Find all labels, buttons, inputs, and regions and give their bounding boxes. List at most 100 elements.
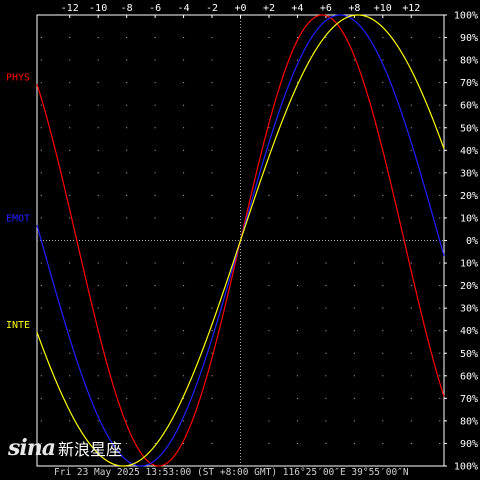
grid-dot (325, 285, 327, 287)
grid-dot (353, 194, 355, 196)
grid-dot (211, 104, 213, 106)
grid-dot (268, 194, 270, 196)
grid-dot (40, 37, 42, 39)
grid-dot (97, 194, 99, 196)
grid-dot (126, 149, 128, 151)
grid-dot (439, 217, 441, 219)
sina-logo: sina 新浪星座 (8, 434, 122, 462)
grid-dot (183, 352, 185, 354)
grid-dot (126, 172, 128, 174)
y-tick-label: 60% (460, 371, 478, 382)
grid-dot (382, 307, 384, 309)
grid-dot (40, 397, 42, 399)
grid-dot (97, 149, 99, 151)
grid-dot (69, 420, 71, 422)
grid-dot (410, 285, 412, 287)
x-tick-label: -4 (178, 3, 190, 14)
grid-dot (410, 397, 412, 399)
grid-dot (97, 172, 99, 174)
grid-dot (40, 262, 42, 264)
grid-dot (353, 104, 355, 106)
x-tick-label: +0 (234, 3, 246, 14)
grid-dot (382, 217, 384, 219)
grid-dot (126, 82, 128, 84)
grid-dot (126, 127, 128, 129)
x-tick-label: -6 (149, 3, 161, 14)
grid-dot (439, 104, 441, 106)
grid-dot (410, 149, 412, 151)
footer-info: Fri 23 May 2025 13:53:00 (ST +8:00 GMT) … (54, 467, 409, 478)
grid-dot (353, 59, 355, 61)
grid-dot (183, 127, 185, 129)
grid-dot (410, 442, 412, 444)
grid-dot (40, 172, 42, 174)
grid-dot (410, 217, 412, 219)
grid-dot (154, 420, 156, 422)
y-tick-label: 20% (460, 191, 478, 202)
grid-dot (126, 37, 128, 39)
grid-dot (211, 442, 213, 444)
grid-dot (126, 442, 128, 444)
grid-dot (69, 307, 71, 309)
y-tick-label: 40% (460, 326, 478, 337)
grid-dot (268, 149, 270, 151)
grid-dot (183, 82, 185, 84)
grid-dot (211, 397, 213, 399)
grid-dot (154, 442, 156, 444)
grid-dot (268, 397, 270, 399)
y-tick-label: 30% (460, 304, 478, 315)
grid-dot (69, 127, 71, 129)
grid-dot (325, 172, 327, 174)
grid-dot (154, 217, 156, 219)
grid-dot (353, 149, 355, 151)
grid-dot (296, 262, 298, 264)
y-tick-label: 100% (454, 11, 478, 22)
x-tick-label: -12 (61, 3, 79, 14)
grid-dot (439, 442, 441, 444)
grid-dot (296, 37, 298, 39)
grid-dot (353, 262, 355, 264)
logo-text: 新浪星座 (58, 440, 123, 459)
grid-dot (382, 352, 384, 354)
grid-dot (439, 375, 441, 377)
grid-dot (382, 285, 384, 287)
grid-dot (268, 217, 270, 219)
grid-dot (126, 104, 128, 106)
grid-dot (439, 194, 441, 196)
grid-dot (296, 172, 298, 174)
grid-dot (97, 285, 99, 287)
grid-dot (268, 172, 270, 174)
grid-dot (40, 307, 42, 309)
grid-dot (211, 262, 213, 264)
grid-dot (382, 172, 384, 174)
grid-dot (154, 194, 156, 196)
grid-dot (154, 330, 156, 332)
grid-dot (353, 397, 355, 399)
grid-dot (211, 59, 213, 61)
grid-dot (183, 442, 185, 444)
grid-dot (69, 149, 71, 151)
logo-mark: sina (8, 435, 56, 461)
grid-dot (439, 397, 441, 399)
grid-dot (325, 37, 327, 39)
grid-dot (154, 59, 156, 61)
grid-dot (183, 194, 185, 196)
y-tick-label: 50% (460, 349, 478, 360)
series-labels: PHYS EMOT INTE (6, 72, 30, 331)
grid-dot (268, 375, 270, 377)
grid-dot (40, 127, 42, 129)
grid-dot (439, 37, 441, 39)
grid-dot (126, 420, 128, 422)
grid-dot (382, 442, 384, 444)
grid-dot (154, 104, 156, 106)
grid-dot (211, 352, 213, 354)
grid-dot (382, 397, 384, 399)
grid-dot (69, 397, 71, 399)
grid-dot (69, 352, 71, 354)
grid-dot (268, 285, 270, 287)
y-tick-labels: 100% 90% 80% 70% 60% 50% 40% 30% 20% 10% 0% 10% 20% 3… (444, 11, 478, 473)
grid-dot (439, 149, 441, 151)
series-label-inte: INTE (6, 320, 30, 331)
grid-dot (353, 330, 355, 332)
grid-dot (126, 262, 128, 264)
